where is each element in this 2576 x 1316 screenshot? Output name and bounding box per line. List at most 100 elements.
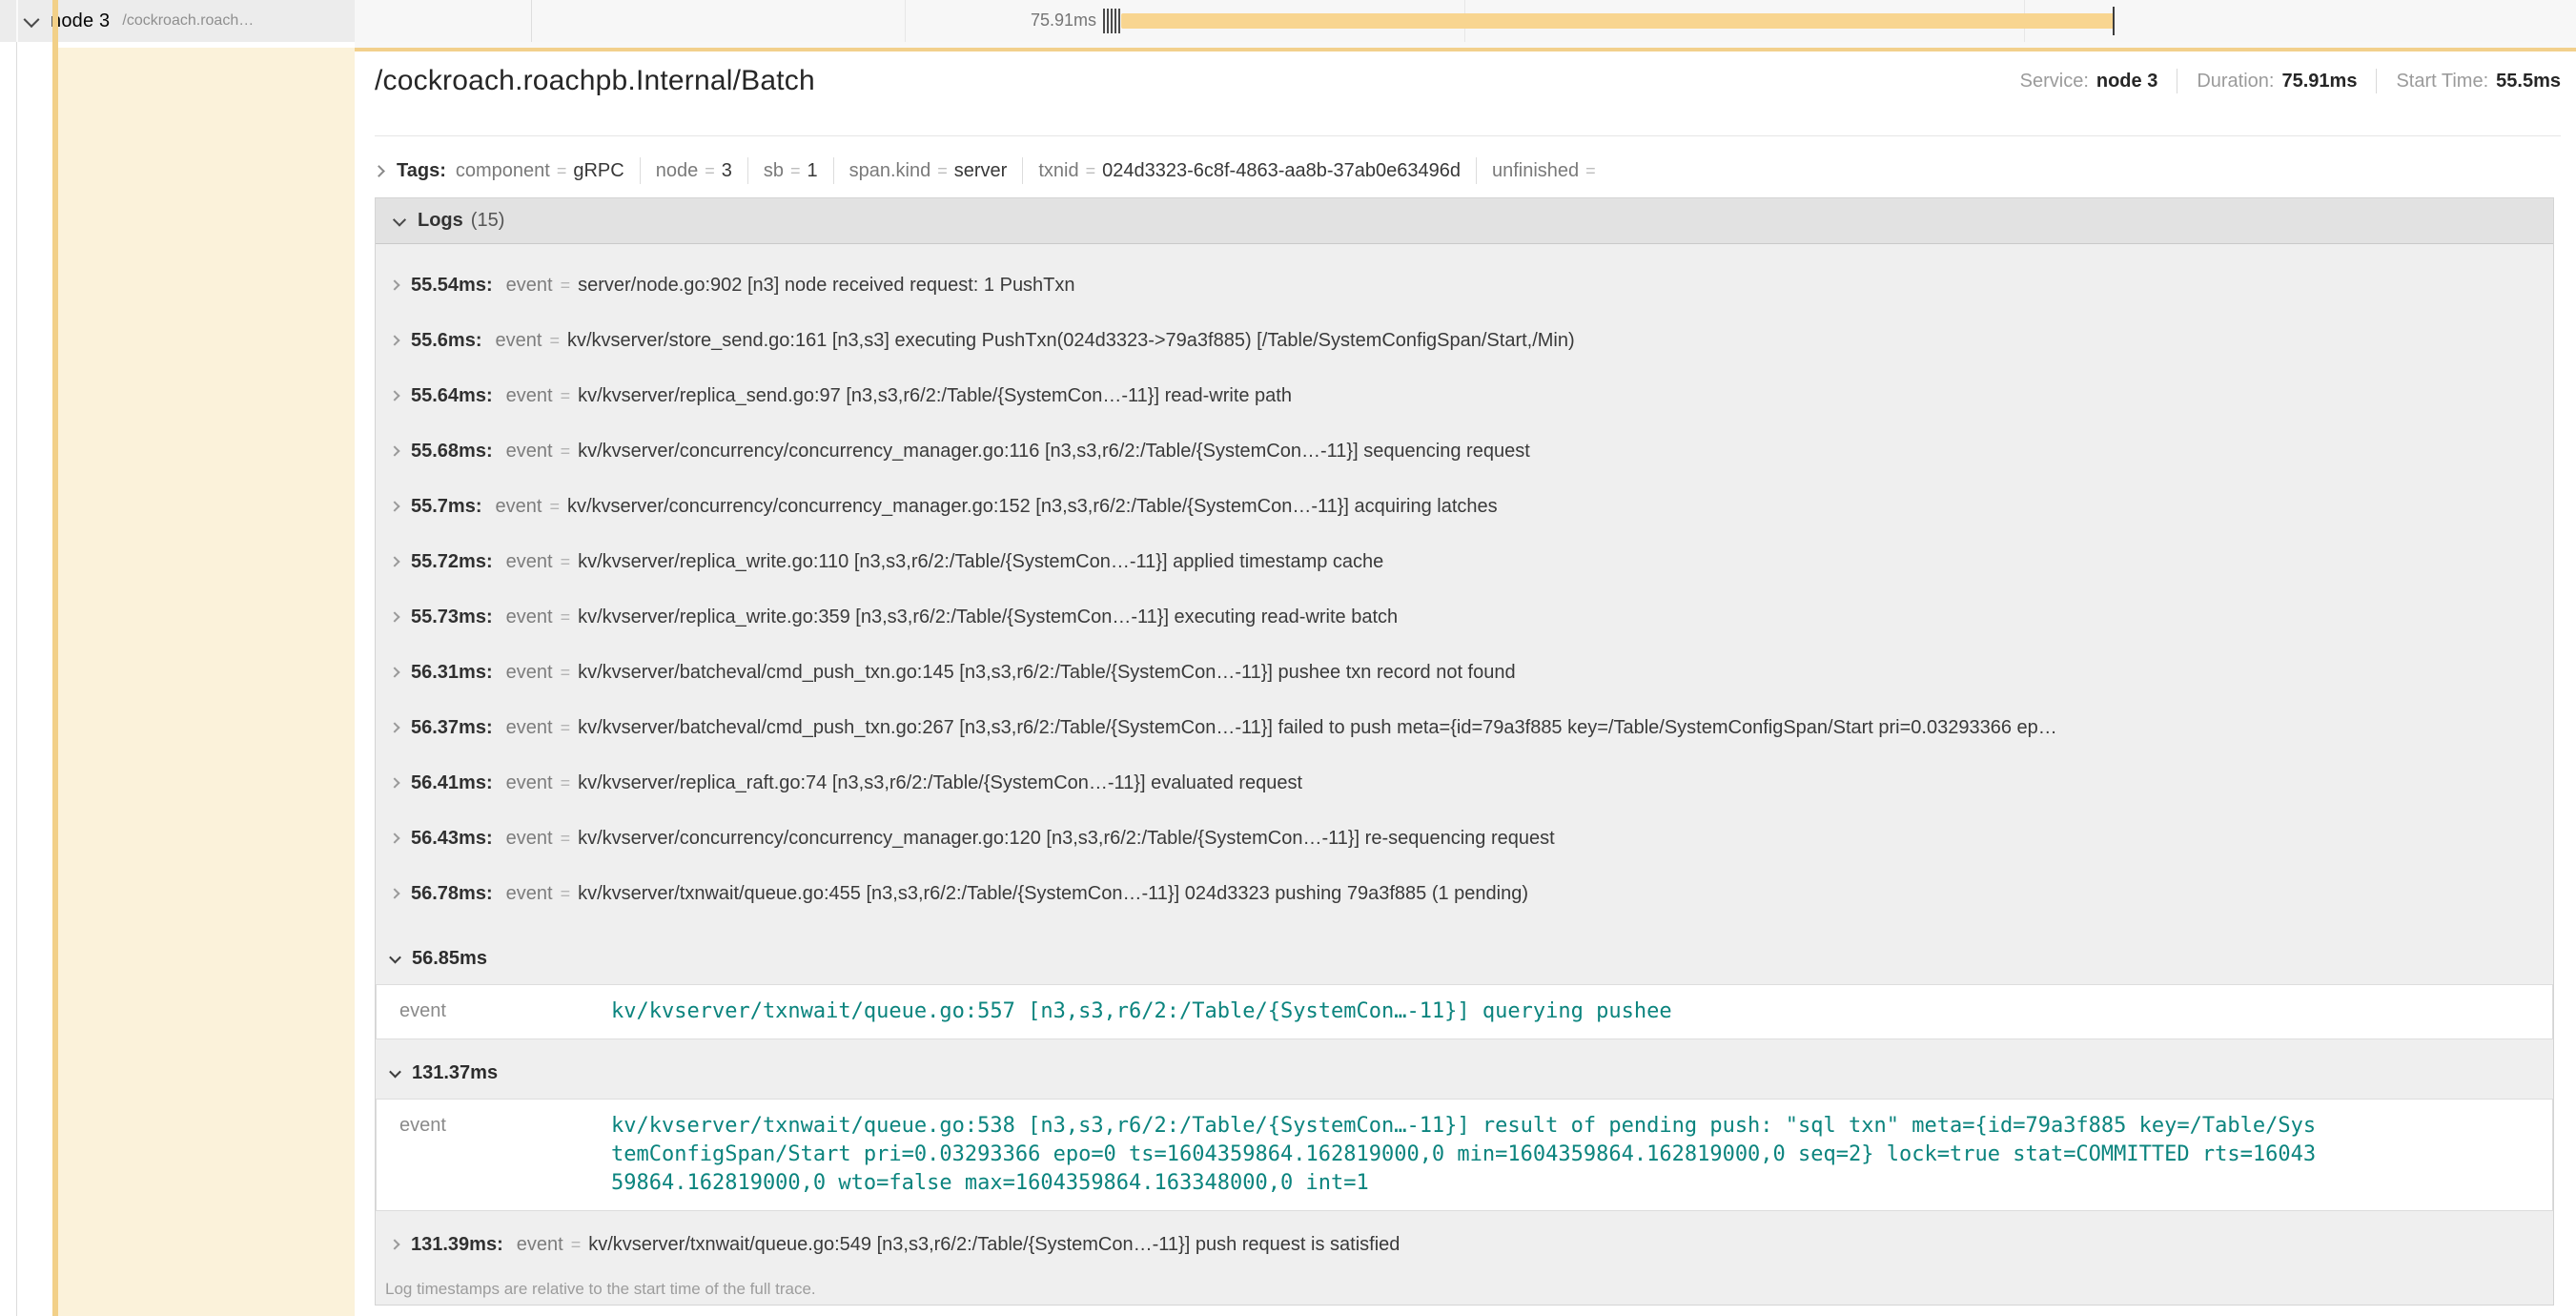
log-marker	[1103, 9, 1105, 33]
log-timestamp: 55.6ms:	[411, 330, 482, 352]
tag-item: sb = 1	[764, 160, 818, 182]
chevron-right-icon	[389, 279, 399, 290]
span-duration-bar[interactable]	[1121, 13, 2115, 29]
log-field-key: event	[506, 772, 553, 794]
service-value: node 3	[2096, 71, 2157, 93]
log-message: kv/kvserver/replica_write.go:110 [n3,s3,…	[578, 551, 1383, 573]
chevron-right-icon	[389, 611, 399, 622]
span-detail-card: /cockroach.roachpb.Internal/Batch Servic…	[355, 42, 2576, 1316]
log-row[interactable]: 55.54ms:event=server/node.go:902 [n3] no…	[376, 257, 2553, 313]
chevron-right-icon	[389, 722, 399, 732]
log-field-table: eventkv/kvserver/txnwait/queue.go:557 [n…	[376, 984, 2553, 1039]
header-divider	[375, 135, 2561, 136]
tag-item: span.kind=server	[849, 160, 1008, 182]
span-row: node 3 /cockroach.roach… 75.91ms	[0, 0, 2576, 42]
logs-footer-note: Log timestamps are relative to the start…	[376, 1280, 2553, 1299]
column-splitter[interactable]	[531, 0, 532, 42]
equals-sign: =	[561, 718, 571, 738]
tag-key: txnid	[1038, 160, 1078, 182]
log-timestamp: 55.68ms:	[411, 441, 493, 463]
log-field-key: event	[506, 441, 553, 463]
log-timestamp: 131.37ms	[412, 1062, 498, 1084]
span-duration-label: 75.91ms	[963, 10, 1096, 31]
log-marker	[1114, 9, 1116, 33]
card-accent-rule	[355, 48, 2576, 51]
log-message: kv/kvserver/replica_write.go:359 [n3,s3,…	[578, 607, 1398, 628]
log-timestamp: 55.64ms:	[411, 385, 493, 407]
log-marker	[1107, 9, 1109, 33]
equals-sign: =	[561, 829, 571, 849]
log-field-key: event	[506, 883, 553, 905]
selected-row-highlight	[58, 48, 355, 1316]
log-timestamp: 55.54ms:	[411, 275, 493, 297]
equals-sign: =	[557, 161, 567, 181]
chevron-right-icon	[389, 390, 399, 401]
log-row[interactable]: 56.31ms: event = kv/kvserver/batcheval/cmd_…	[376, 645, 2553, 700]
tag-separator	[1476, 157, 1477, 184]
log-message: kv/kvserver/txnwait/queue.go:549 [n3,s3,…	[588, 1234, 1400, 1256]
chevron-right-icon	[389, 556, 399, 566]
equals-sign: =	[561, 552, 571, 572]
log-expanded-header[interactable]: 131.37ms	[376, 1059, 2553, 1087]
tags-row[interactable]: Tags: component=gRPCnode=3sb=1span.kind=…	[375, 152, 2561, 190]
equals-sign: =	[561, 663, 571, 683]
log-timestamp: 55.7ms:	[411, 496, 482, 518]
chevron-right-icon	[373, 165, 385, 177]
tag-value: 1	[807, 160, 817, 182]
log-row[interactable]: 55.68ms:event=kv/kvserver/concurrency/co…	[376, 423, 2553, 479]
start-time-label: Start Time:	[2396, 71, 2488, 93]
logs-title: Logs	[418, 210, 463, 232]
log-timestamp: 56.31ms:	[411, 662, 493, 684]
tag-item: txnid=024d3323-6c8f-4863-aa8b-37ab0e6349…	[1038, 160, 1461, 182]
equals-sign: =	[561, 442, 571, 462]
log-row[interactable]: 55.7ms:event=kv/kvserver/concurrency/con…	[376, 479, 2553, 534]
collapse-chevron-down-icon[interactable]	[24, 11, 40, 28]
equals-sign: =	[937, 161, 948, 181]
log-message: kv/kvserver/replica_raft.go:74 [n3,s3,r6…	[578, 772, 1302, 794]
log-marker	[1111, 9, 1113, 33]
log-field-value: kv/kvserver/txnwait/queue.go:557 [n3,s3,…	[611, 997, 2318, 1026]
logs-header[interactable]: Logs (15)	[376, 198, 2553, 244]
logs-rows: 55.54ms:event=server/node.go:902 [n3] no…	[376, 244, 2553, 1272]
log-timestamp: 56.43ms:	[411, 828, 493, 850]
log-marker	[1118, 9, 1120, 33]
equals-sign: =	[549, 331, 560, 351]
log-timestamp: 55.72ms:	[411, 551, 493, 573]
log-row[interactable]: 56.41ms:event=kv/kvserver/replica_raft.g…	[376, 755, 2553, 811]
equals-sign: =	[1585, 161, 1596, 181]
tags-label: Tags:	[397, 160, 446, 182]
log-message: kv/kvserver/batcheval/cmd_push_txn.go:14…	[578, 662, 1516, 684]
equals-sign: =	[1086, 161, 1096, 181]
log-row[interactable]: 55.64ms:event=kv/kvserver/replica_send.g…	[376, 368, 2553, 423]
log-row[interactable]: 56.37ms:event=kv/kvserver/batcheval/cmd_…	[376, 700, 2553, 755]
log-row[interactable]: 131.39ms:event=kv/kvserver/txnwait/queue…	[376, 1217, 2553, 1272]
log-field-key: event	[506, 717, 553, 739]
equals-sign: =	[705, 161, 715, 181]
log-row[interactable]: 55.6ms:event=kv/kvserver/store_send.go:1…	[376, 313, 2553, 368]
logs-count: (15)	[471, 210, 505, 232]
equals-sign: =	[561, 884, 571, 904]
log-field-key: event	[399, 997, 611, 1026]
tag-key: sb	[764, 160, 784, 182]
log-field-key: event	[506, 551, 553, 573]
chevron-right-icon	[389, 777, 399, 788]
equals-sign: =	[790, 161, 801, 181]
tag-key: span.kind	[849, 160, 931, 182]
log-field-table: eventkv/kvserver/txnwait/queue.go:538 [n…	[376, 1099, 2553, 1211]
log-row[interactable]: 56.43ms:event=kv/kvserver/concurrency/co…	[376, 811, 2553, 866]
log-row[interactable]: 55.73ms:event=kv/kvserver/replica_write.…	[376, 589, 2553, 645]
tag-key: unfinished	[1492, 160, 1579, 182]
log-row[interactable]: 55.72ms: event = kv/kvserver/replica_write.…	[376, 534, 2553, 589]
log-field-value: kv/kvserver/txnwait/queue.go:538 [n3,s3,…	[611, 1112, 2318, 1198]
log-row[interactable]: 56.78ms:event=kv/kvserver/txnwait/queue.…	[376, 866, 2553, 921]
timeline-gridline	[905, 0, 906, 42]
log-field-key: event	[506, 662, 553, 684]
equals-sign: =	[549, 497, 560, 517]
chevron-down-icon	[389, 951, 401, 963]
log-timestamp: 56.85ms	[412, 948, 487, 970]
equals-sign: =	[571, 1235, 582, 1255]
tag-item: node=3	[656, 160, 732, 182]
log-timestamp: 131.39ms:	[411, 1234, 503, 1256]
log-expanded-header[interactable]: 56.85ms	[376, 944, 2553, 973]
log-timestamp: 56.78ms:	[411, 883, 493, 905]
